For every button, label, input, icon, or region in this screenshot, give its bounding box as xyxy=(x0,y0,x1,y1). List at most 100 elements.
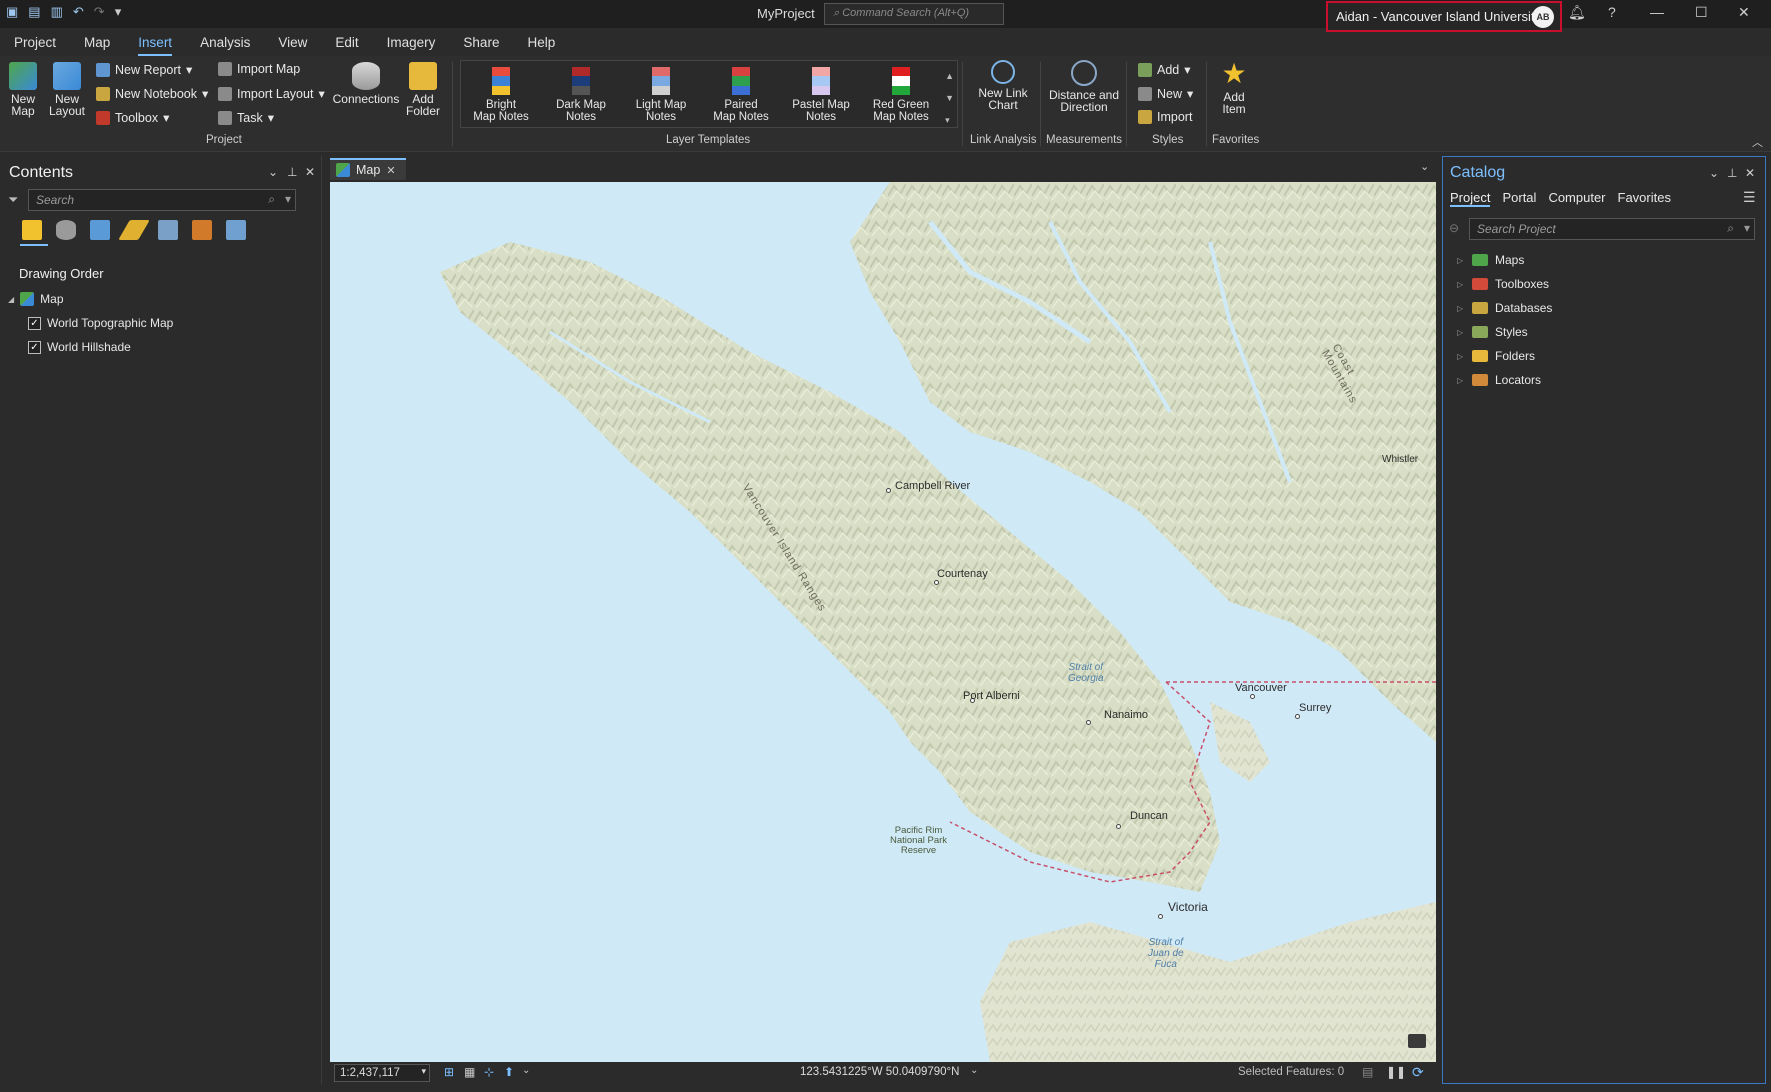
tab-analysis[interactable]: Analysis xyxy=(200,32,250,56)
styles-import-button[interactable]: Import xyxy=(1138,110,1192,124)
north-arrow-icon[interactable]: ⬆ xyxy=(504,1065,514,1079)
tab-imagery[interactable]: Imagery xyxy=(387,32,436,56)
list-by-source-icon[interactable] xyxy=(56,220,76,240)
task-button[interactable]: Task ▾ xyxy=(218,110,274,125)
command-search-input[interactable]: ⌕ Command Search (Alt+Q) xyxy=(824,3,1004,25)
expand-arrow-icon[interactable]: ▷ xyxy=(1457,304,1465,313)
template-dark-map-notes[interactable]: Dark Map Notes xyxy=(545,67,617,123)
close-icon[interactable]: ✕ xyxy=(1745,166,1755,180)
list-by-drawing-order-icon[interactable] xyxy=(22,220,42,240)
customize-toolbar-icon[interactable]: ▾ xyxy=(115,4,122,20)
template-pastel-map-notes[interactable]: Pastel Map Notes xyxy=(785,67,857,123)
map-tips-icon[interactable] xyxy=(1408,1034,1426,1048)
expand-icon[interactable]: ◢ xyxy=(8,295,14,304)
expand-arrow-icon[interactable]: ▷ xyxy=(1457,328,1465,337)
list-by-perspective-imagery-icon[interactable] xyxy=(226,220,246,240)
new-layout-button[interactable]: New Layout xyxy=(48,62,86,117)
list-by-labeling-icon[interactable] xyxy=(192,220,212,240)
pin-icon[interactable]: ⊥ xyxy=(1727,166,1737,180)
toolbox-button[interactable]: Toolbox ▾ xyxy=(96,110,169,125)
template-bright-map-notes[interactable]: Bright Map Notes xyxy=(465,67,537,123)
add-item-button[interactable]: ★ Add Item xyxy=(1212,60,1256,116)
grid-icon[interactable]: ▦ xyxy=(464,1065,475,1079)
template-red-green-map-notes[interactable]: Red Green Map Notes xyxy=(865,67,937,123)
minimize-icon[interactable]: — xyxy=(1650,4,1664,20)
catalog-tab-project[interactable]: Project xyxy=(1450,190,1491,207)
undo-icon[interactable]: ↶ xyxy=(73,4,84,20)
selected-features-count[interactable]: Selected Features: 0 xyxy=(1238,1066,1344,1078)
notifications-bell-icon[interactable]: 🔔︎ xyxy=(1568,4,1586,21)
import-map-button[interactable]: Import Map xyxy=(218,62,300,76)
redo-icon[interactable]: ↷ xyxy=(94,4,105,20)
tab-edit[interactable]: Edit xyxy=(335,32,358,56)
chevron-down-icon[interactable]: ⌄ xyxy=(522,1065,530,1076)
tab-project[interactable]: Project xyxy=(14,32,56,56)
catalog-item-toolboxes[interactable]: ▷ Toolboxes xyxy=(1457,277,1549,291)
connections-button[interactable]: Connections xyxy=(332,62,400,105)
layer-visibility-checkbox[interactable]: ✓ xyxy=(28,316,41,330)
new-map-button[interactable]: New Map xyxy=(6,62,40,117)
catalog-item-locators[interactable]: ▷ Locators xyxy=(1457,373,1541,387)
tab-share[interactable]: Share xyxy=(463,32,499,56)
catalog-item-styles[interactable]: ▷ Styles xyxy=(1457,325,1528,339)
refresh-icon[interactable]: ⟳ xyxy=(1412,1064,1424,1081)
project-icon[interactable]: ▣ xyxy=(6,4,18,20)
collapse-ribbon-icon[interactable]: ︿ xyxy=(1752,134,1763,150)
expand-arrow-icon[interactable]: ▷ xyxy=(1457,256,1465,265)
styles-new-button[interactable]: New ▾ xyxy=(1138,86,1193,101)
hamburger-menu-icon[interactable]: ☰ xyxy=(1743,189,1756,206)
list-by-snapping-icon[interactable] xyxy=(158,220,178,240)
table-icon[interactable]: ▤ xyxy=(1362,1065,1373,1079)
new-notebook-button[interactable]: New Notebook ▾ xyxy=(96,86,208,101)
filter-icon[interactable]: ⏷ xyxy=(8,192,18,208)
list-by-editing-icon[interactable] xyxy=(118,220,150,240)
new-report-button[interactable]: New Report ▾ xyxy=(96,62,192,77)
tab-insert[interactable]: Insert xyxy=(138,32,173,56)
fixed-zoom-icon[interactable]: ⊞ xyxy=(444,1065,454,1079)
save-icon[interactable]: ▥ xyxy=(51,4,63,20)
scale-selector[interactable]: 1:2,437,117 ▾ xyxy=(334,1064,430,1082)
close-icon[interactable]: ✕ xyxy=(305,165,315,179)
layer-row-world-topographic-map[interactable]: ✓ World Topographic Map xyxy=(28,316,173,330)
back-arrow-icon[interactable]: ⊖ xyxy=(1449,221,1459,235)
layer-row-world-hillshade[interactable]: ✓ World Hillshade xyxy=(28,340,131,354)
map-canvas[interactable]: Vancouver Island Ranges Coast Mountains … xyxy=(330,182,1436,1062)
new-link-chart-button[interactable]: New Link Chart xyxy=(970,60,1036,111)
close-icon[interactable]: ✕ xyxy=(386,164,395,177)
catalog-tab-favorites[interactable]: Favorites xyxy=(1618,190,1671,207)
template-paired-map-notes[interactable]: Paired Map Notes xyxy=(705,67,777,123)
expand-arrow-icon[interactable]: ▷ xyxy=(1457,376,1465,385)
add-folder-button[interactable]: Add Folder xyxy=(404,62,442,117)
catalog-item-databases[interactable]: ▷ Databases xyxy=(1457,301,1552,315)
close-icon[interactable]: ✕ xyxy=(1738,4,1750,21)
contents-search-input[interactable]: Search ⌕ ▾ xyxy=(28,189,296,211)
pause-icon[interactable]: ❚❚ xyxy=(1386,1065,1406,1079)
expand-arrow-icon[interactable]: ▷ xyxy=(1457,280,1465,289)
user-account-button[interactable]: Aidan - Vancouver Island University AB xyxy=(1326,1,1562,32)
catalog-item-folders[interactable]: ▷ Folders xyxy=(1457,349,1535,363)
chevron-down-icon[interactable]: ⌄ xyxy=(970,1065,978,1076)
open-icon[interactable]: ▤ xyxy=(28,4,40,20)
template-light-map-notes[interactable]: Light Map Notes xyxy=(625,67,697,123)
pin-icon[interactable]: ⊥ xyxy=(287,165,297,179)
tab-view[interactable]: View xyxy=(278,32,307,56)
tab-map[interactable]: Map xyxy=(84,32,110,56)
layer-visibility-checkbox[interactable]: ✓ xyxy=(28,340,41,354)
snapping-icon[interactable]: ⊹ xyxy=(484,1065,494,1079)
styles-add-button[interactable]: Add ▾ xyxy=(1138,62,1191,77)
list-by-selection-icon[interactable] xyxy=(90,220,110,240)
chevron-down-icon[interactable]: ⌄ xyxy=(1420,160,1429,173)
pane-options-icon[interactable]: ⌄ xyxy=(268,165,278,179)
catalog-search-input[interactable]: Search Project ⌕ ▾ xyxy=(1469,218,1755,240)
distance-and-direction-button[interactable]: Distance and Direction xyxy=(1046,60,1122,113)
expand-arrow-icon[interactable]: ▷ xyxy=(1457,352,1465,361)
help-icon[interactable]: ? xyxy=(1608,4,1616,20)
import-layout-button[interactable]: Import Layout ▾ xyxy=(218,86,325,101)
pane-options-icon[interactable]: ⌄ xyxy=(1709,166,1719,180)
map-view-tab[interactable]: Map ✕ xyxy=(330,158,406,180)
maximize-icon[interactable]: ☐ xyxy=(1695,4,1708,21)
catalog-tab-portal[interactable]: Portal xyxy=(1502,190,1536,207)
catalog-item-maps[interactable]: ▷ Maps xyxy=(1457,253,1524,267)
tree-item-map[interactable]: ◢ Map xyxy=(8,292,64,306)
tab-help[interactable]: Help xyxy=(527,32,555,56)
